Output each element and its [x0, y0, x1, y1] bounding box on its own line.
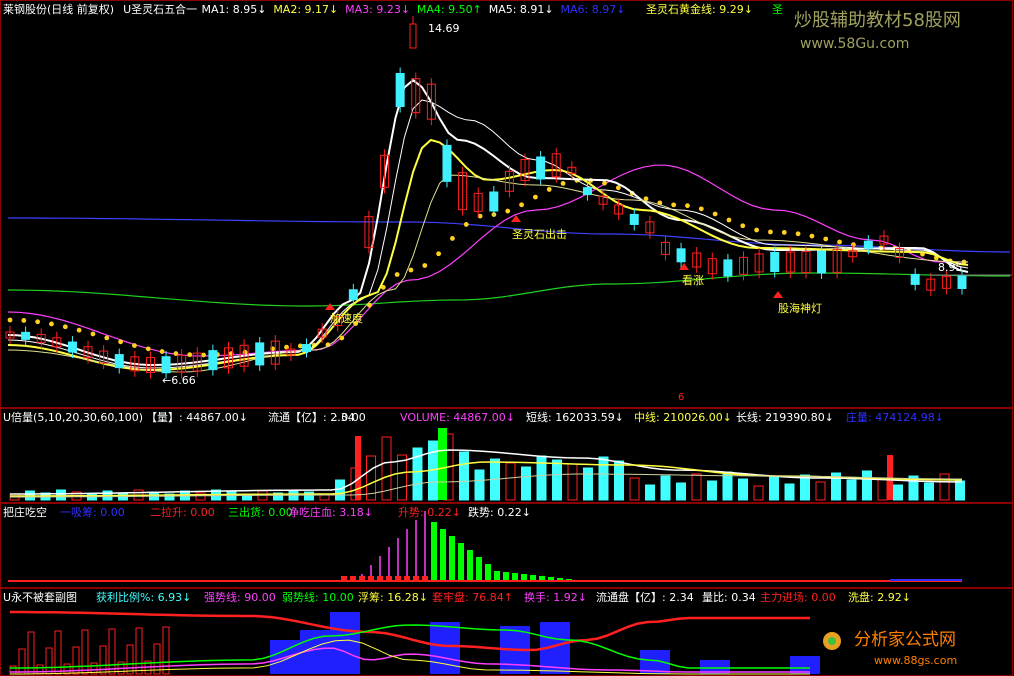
- volume-readout-7: 庄量: 474124.98↓: [846, 410, 944, 424]
- ma5-line: [7, 99, 969, 369]
- bazhuang-readout-5: 跌势: 0.22↓: [468, 505, 531, 519]
- bazhuang-readout-1: 二拉升: 0.00: [150, 505, 215, 519]
- yong-readout-9: 洗盘: 2.92↓: [848, 590, 911, 604]
- volume-readout-3: VOLUME: 44867.00↓: [400, 411, 515, 424]
- ma4-readout: MA4: 9.50↑: [417, 3, 482, 16]
- yong-readout-6: 流通盘【亿】: 2.34: [596, 590, 694, 604]
- bazhuang-readout-3: 净吃庄血: 3.18↓: [288, 505, 373, 519]
- volume-readout-2: : 0.00: [334, 411, 366, 424]
- signal-kanzhang: 看涨: [682, 273, 704, 287]
- watermark-88gs: [823, 632, 841, 650]
- ma3-readout: MA3: 9.23↓: [345, 3, 410, 16]
- signal-arrow-icon: [325, 303, 335, 310]
- yong-bars: [9, 612, 820, 675]
- bazhuang-readout-0: 一吸筹: 0.00: [60, 505, 125, 519]
- gold-line-readout: 圣灵石黄金线: 9.29↓: [646, 2, 753, 16]
- ma6-line: [8, 217, 1011, 253]
- ma2-readout: MA2: 9.17↓: [273, 3, 338, 16]
- high-price-label: 14.69: [428, 22, 460, 35]
- vol-short-line: [10, 449, 963, 495]
- watermark-58gu: 炒股辅助教材58股网: [794, 10, 961, 31]
- ma1-readout: MA1: 8.95↓: [202, 3, 267, 16]
- volume-readout-5: 中线: 210026.00↓: [634, 410, 732, 424]
- signal-arrow-icon: [679, 263, 689, 270]
- watermark-88gs-url: www.88gs.com: [874, 654, 957, 667]
- vol-mid-line: [10, 461, 962, 497]
- volume-bars: [9, 428, 965, 501]
- indicator-name: U圣灵石五合一: [123, 2, 197, 16]
- truncated-label: 圣: [772, 3, 783, 16]
- volume-panel-title: U倍量(5,10,20,30,60,100): [3, 410, 143, 424]
- main-panel-border: [0, 0, 1013, 408]
- last-price-label: 8.95: [938, 261, 963, 274]
- bazhuang-readout-4: 升势: 0.22↓: [398, 506, 461, 519]
- signal-jiasu: 加速度: [330, 311, 363, 325]
- yong-readout-2: 弱势线: 10.00: [282, 590, 354, 604]
- volume-readout-0: 【量】: 44867.00↓: [146, 411, 248, 424]
- chart-canvas[interactable]: 莱钢股份(日线 前复权) U圣灵石五合一 MA1: 8.95↓ MA2: 9.17↓ M…: [0, 0, 1014, 676]
- ma4-line: [7, 272, 1010, 307]
- yong-readout-8: 主力进场: 0.00: [760, 590, 836, 604]
- bazhuang-readout-2: 三出货: 0.00: [228, 505, 293, 519]
- ma1-line: [7, 78, 969, 367]
- bottom-mark: 6: [678, 392, 684, 403]
- yong-panel-title: U永不被套副图: [3, 590, 77, 604]
- yong-readout-5: 换手: 1.92↓: [524, 590, 587, 604]
- stock-title: 莱钢股份(日线 前复权): [3, 2, 114, 16]
- volume-readout-4: 短线: 162033.59↓: [526, 410, 624, 424]
- yong-readout-1: 强势线: 90.00: [204, 590, 276, 604]
- trapped-line: [10, 610, 810, 652]
- volume-readout-6: 长线: 219390.80↓: [736, 410, 834, 424]
- signal-chuji: 圣灵石出击: [512, 227, 567, 241]
- ma6-readout: MA6: 8.97↓: [561, 3, 626, 16]
- signal-arrow-icon: [773, 291, 783, 298]
- bazhuang-bars: [8, 511, 962, 582]
- yong-readout-3: 浮筹: 16.28↓: [358, 590, 428, 604]
- yong-readout-7: 量比: 0.34: [702, 591, 756, 604]
- watermark-58gu-url: www.58Gu.com: [800, 36, 909, 52]
- watermark-88gs-text: 分析家公式网: [854, 630, 956, 650]
- ma5-readout: MA5: 8.91↓: [489, 3, 554, 16]
- bazhuang-panel-title: 把庄吃空: [3, 505, 47, 519]
- weak-line: [10, 624, 810, 669]
- signal-guhai: 股海神灯: [778, 301, 822, 315]
- stock-chart-window: 莱钢股份(日线 前复权) U圣灵石五合一 MA1: 8.95↓ MA2: 9.17↓ M…: [0, 0, 1014, 676]
- candlesticks: [5, 16, 967, 379]
- yong-readout-0: 获利比例%: 6.93↓: [96, 590, 191, 604]
- low-price-label: ←6.66: [162, 374, 196, 387]
- yong-readout-4: 套牢盘: 76.84↑: [432, 590, 513, 604]
